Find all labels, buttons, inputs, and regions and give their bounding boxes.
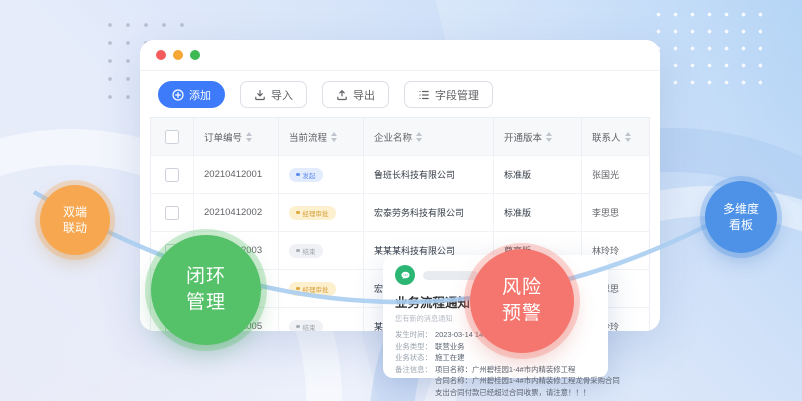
dot-grid-white (650, 6, 762, 88)
header-flow[interactable]: 当前流程 (279, 118, 364, 155)
export-button[interactable]: 导出 (322, 81, 389, 108)
company-cell: 宏泰劳务科技有限公司 (364, 194, 494, 231)
header-company[interactable]: 企业名称 (364, 118, 494, 155)
feature-bubble-dual-link: 双端 联动 (40, 185, 110, 255)
order-cell: 20210412002 (194, 194, 279, 231)
status-dot-icon (296, 325, 300, 329)
sort-icon[interactable] (331, 132, 337, 142)
status-badge: 发起 (289, 168, 323, 182)
table-header-row: 订单编号 当前流程 企业名称 开通版本 联系人 (151, 118, 649, 156)
header-contact[interactable]: 联系人 (582, 118, 649, 155)
upload-icon (336, 89, 348, 101)
sort-icon[interactable] (416, 132, 422, 142)
traffic-light-minimize[interactable] (173, 50, 183, 60)
header-version[interactable]: 开通版本 (494, 118, 582, 155)
field-line: 业务状态：施工在建 (395, 352, 598, 364)
feature-bubble-risk-alert: 风险 预警 (470, 249, 574, 353)
field-line: 合同名称：广州碧桂园1-4#市内精装修工程龙骨采购合同 (395, 375, 598, 387)
company-cell: 鲁班长科技有限公司 (364, 156, 494, 193)
status-dot-icon (296, 211, 300, 215)
chat-bubble-icon (395, 265, 415, 285)
export-button-label: 导出 (353, 87, 375, 103)
marketing-scene: 添加 导入 导出 (0, 0, 802, 401)
add-button-label: 添加 (189, 87, 211, 103)
feature-bubble-closed-loop: 闭环 管理 (151, 235, 261, 345)
table-row[interactable]: 20210412002 经理审批 宏泰劳务科技有限公司 标准版 李思思 (151, 194, 649, 232)
traffic-light-maximize[interactable] (190, 50, 200, 60)
traffic-light-close[interactable] (156, 50, 166, 60)
header-select-all-cell (151, 118, 194, 155)
import-button-label: 导入 (271, 87, 293, 103)
row-checkbox[interactable] (165, 206, 179, 220)
status-badge: 结束 (289, 244, 323, 258)
status-dot-icon (296, 173, 300, 177)
field-manage-button-label: 字段管理 (435, 87, 479, 103)
table-row[interactable]: 20210412001 发起 鲁班长科技有限公司 标准版 张国光 (151, 156, 649, 194)
download-icon (254, 89, 266, 101)
status-badge: 经理审批 (289, 282, 336, 296)
field-manage-button[interactable]: 字段管理 (404, 81, 493, 108)
status-dot-icon (296, 287, 300, 291)
row-checkbox[interactable] (165, 168, 179, 182)
order-cell: 20210412001 (194, 156, 279, 193)
field-line: 备注信息：项目名称：广州碧桂园1-4#市内精装修工程 (395, 364, 598, 376)
sort-icon[interactable] (246, 132, 252, 142)
header-order[interactable]: 订单编号 (194, 118, 279, 155)
status-badge: 经理审批 (289, 206, 336, 220)
select-all-checkbox[interactable] (165, 130, 179, 144)
version-cell: 标准版 (494, 194, 582, 231)
feature-bubble-multi-board: 多维度 看板 (705, 181, 777, 253)
window-titlebar (140, 40, 660, 71)
field-line: 支出合同付款已经超过合同收票，请注意！！！ (395, 387, 598, 399)
plus-circle-icon (172, 89, 184, 101)
sort-icon[interactable] (546, 132, 552, 142)
status-badge: 结束 (289, 320, 323, 332)
contact-cell: 李思思 (582, 194, 649, 231)
version-cell: 标准版 (494, 156, 582, 193)
list-settings-icon (418, 89, 430, 101)
import-button[interactable]: 导入 (240, 81, 307, 108)
contact-cell: 张国光 (582, 156, 649, 193)
placeholder-pill (423, 271, 478, 280)
add-button[interactable]: 添加 (158, 81, 225, 108)
status-dot-icon (296, 249, 300, 253)
sort-icon[interactable] (625, 132, 631, 142)
toolbar: 添加 导入 导出 (140, 71, 660, 117)
